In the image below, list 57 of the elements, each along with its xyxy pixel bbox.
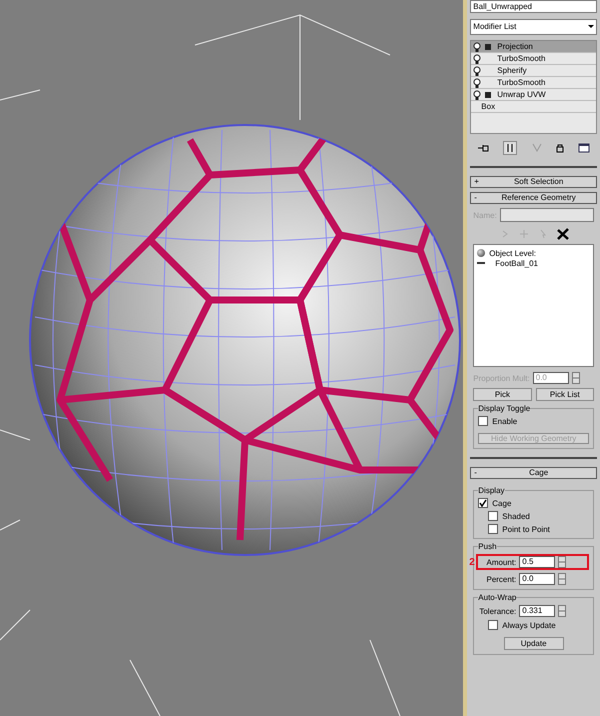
enable-checkbox[interactable]	[478, 416, 488, 426]
spinner-arrows-icon[interactable]	[558, 605, 566, 617]
configure-icon[interactable]	[578, 143, 590, 153]
modifier-stack-item[interactable]: TurboSmooth	[471, 77, 596, 89]
checkbox[interactable]	[488, 620, 498, 630]
sphere-icon	[477, 249, 486, 257]
modifier-stack-item[interactable]: Unwrap UVW	[471, 89, 596, 101]
name-field[interactable]	[500, 208, 594, 222]
spinner-field[interactable]: 0.331	[519, 605, 556, 617]
spinner-field[interactable]: 0.5	[519, 556, 556, 568]
group-title: Auto-Wrap	[478, 593, 516, 602]
rollout-header[interactable]: + Soft Selection	[470, 176, 597, 188]
pick-button[interactable]: Pick List	[536, 388, 594, 401]
field-label: Tolerance:	[478, 606, 516, 616]
spinner-field[interactable]: 0.0	[519, 573, 556, 585]
spinner-arrows-icon[interactable]	[558, 556, 566, 568]
modifier-stack-item[interactable]: Projection	[471, 41, 596, 53]
pick-button[interactable]: Pick	[473, 388, 532, 401]
show-end-result-button[interactable]	[503, 141, 518, 155]
rollout-header[interactable]: - Reference Geometry	[470, 192, 597, 204]
list-item[interactable]: FootBall_01	[495, 258, 538, 268]
bars-icon	[506, 143, 514, 153]
checkbox-label: Point to Point	[502, 524, 550, 534]
light-bulb-icon[interactable]	[473, 66, 482, 76]
expand-icon[interactable]	[485, 92, 492, 98]
update-button[interactable]: Update	[504, 637, 564, 650]
light-bulb-icon[interactable]	[473, 42, 482, 52]
group-title: Display	[478, 486, 505, 495]
checkbox[interactable]	[488, 511, 498, 521]
checkbox-label: Cage	[492, 498, 512, 508]
checkbox-label: Shaded	[502, 512, 530, 520]
modifier-stack-item[interactable]: Box	[471, 101, 596, 113]
delete-icon[interactable]	[557, 228, 570, 240]
pin-stack-icon[interactable]	[477, 143, 490, 153]
light-bulb-icon[interactable]	[473, 90, 482, 100]
spinner-arrows-icon[interactable]	[558, 573, 566, 585]
light-bulb-icon[interactable]	[473, 78, 482, 88]
spinner-arrows-icon[interactable]	[572, 372, 580, 384]
checkbox-label: Always Update	[502, 620, 556, 630]
rollout-header[interactable]: - Cage	[470, 467, 597, 479]
field-label: Amount:	[485, 558, 516, 566]
light-bulb-icon[interactable]	[473, 54, 482, 64]
field-label: Percent:	[485, 574, 516, 584]
modifier-stack-item[interactable]: Spherify	[471, 65, 596, 77]
expand-icon[interactable]	[485, 44, 492, 50]
step-number: 2	[469, 556, 475, 568]
list-item[interactable]: Object Level:	[489, 248, 536, 258]
object-name-field[interactable]: Ball_Unwrapped	[470, 0, 597, 13]
checkbox-label: Enable	[492, 416, 518, 426]
lock-icon[interactable]	[556, 143, 564, 153]
modifier-list-dropdown[interactable]: Modifier List	[470, 19, 597, 35]
checkbox[interactable]	[478, 498, 488, 508]
group-title: Display Toggle	[478, 404, 530, 413]
checkbox[interactable]	[488, 524, 498, 534]
dash-icon	[477, 262, 486, 264]
group-title: Push	[478, 542, 497, 551]
modifier-stack-item[interactable]: TurboSmooth	[471, 53, 596, 65]
